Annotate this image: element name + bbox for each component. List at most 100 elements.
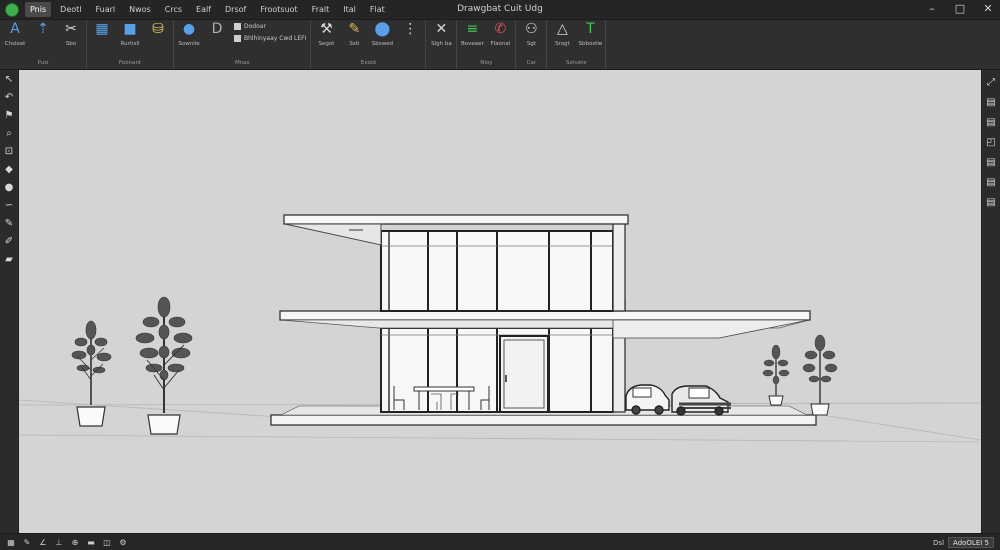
ribbon-group-tools: ✕ Slgh ba (430, 20, 452, 58)
grid-status-icon[interactable]: ▦ (6, 538, 16, 547)
scissors-button[interactable]: ✂ Sbo (60, 21, 82, 47)
undo-icon[interactable]: ↶ (3, 91, 16, 104)
tree-right-small (762, 344, 790, 406)
panel-icon-2[interactable]: ▤ (985, 156, 998, 169)
expand-icon[interactable]: ⤢ (985, 76, 998, 89)
drawing-viewport[interactable] (19, 70, 981, 533)
layer-status-icon[interactable]: ◫ (102, 538, 112, 547)
link-button[interactable]: ⚇ Sgt (520, 21, 542, 47)
status-value-field[interactable]: AdoOLEI 5 (948, 537, 994, 548)
pointer-a-icon: A (10, 21, 20, 37)
menu-item-4[interactable]: Crcs (160, 2, 187, 17)
tree-left-small (71, 320, 112, 427)
menu-item-7[interactable]: Frootsuot (255, 2, 302, 17)
close-x-button[interactable]: ✕ Slgh ba (430, 21, 452, 47)
green-t-button[interactable]: T Sbbostle (578, 21, 603, 47)
mini-tools-button[interactable]: ⋮ (399, 21, 421, 41)
angle-status-icon[interactable]: ∠ (38, 538, 48, 547)
ribbon-group-tools: A Chsleat ⇡ ✂ Sbo (4, 20, 82, 58)
sphere-icon[interactable]: ● (3, 181, 16, 194)
tree-left-large (135, 296, 193, 435)
settings-status-icon[interactable]: ⚙ (118, 538, 128, 547)
ribbon-group-tools: ⚇ Sgt (520, 20, 542, 58)
ribbon-tool-label: Sbbostle (578, 41, 603, 47)
ribbon-group-label: Car (526, 60, 537, 66)
dye-button[interactable]: D (206, 21, 228, 41)
grid-icon: ▦ (95, 21, 109, 37)
maximize-icon[interactable]: □ (954, 3, 966, 15)
snap-status-icon[interactable]: ⊕ (70, 538, 80, 547)
panel-icon[interactable]: ▤ (985, 96, 998, 109)
arrow-select-icon[interactable]: ↖ (3, 73, 16, 86)
ribbon-group-5: ≡ Boveaer ✆ Flaonal Nloy (457, 20, 517, 69)
sketch-icon[interactable]: ∽ (3, 199, 16, 212)
ribbon-group-tools: △ Srogt T Sbbostle (551, 20, 603, 58)
panel-icon-4[interactable]: ▤ (985, 196, 998, 209)
camera-icon[interactable]: ◰ (985, 136, 998, 149)
ribbon-tool-label: Sgt (526, 41, 536, 47)
crane-button[interactable]: ⚒ Segot (315, 21, 337, 47)
pen-icon[interactable]: ✎ (3, 217, 16, 230)
ribbon-stack-label: Bhlhinyaay Cwd LEFI (244, 35, 307, 42)
panel-icon-3[interactable]: ▤ (985, 176, 998, 189)
ribbon-stack-item[interactable]: Dodoar (234, 23, 306, 30)
draw-status-icon[interactable]: ✎ (22, 538, 32, 547)
menu-item-9[interactable]: Ital (338, 2, 361, 17)
magnify-icon[interactable]: ⌕ (3, 127, 16, 140)
blue-square-icon: ■ (123, 21, 137, 37)
ribbon-tool-label: Ssti (349, 41, 360, 47)
menu-item-6[interactable]: Drsof (220, 2, 251, 17)
ribbon-group-2: ● Sownile D Dodoar Bhlhinyaay Cwd LEFI Mnas (174, 20, 312, 69)
pin-tool-button[interactable]: ⇡ (32, 21, 54, 41)
ribbon-group-label: Foonant (118, 60, 142, 66)
ribbon-group-0: A Chsleat ⇡ ✂ Sbo Pusi (0, 20, 87, 69)
menu-item-0[interactable]: Pnis (25, 2, 52, 17)
ribbon-group-7: △ Srogt T Sbbostle Sstvete (547, 20, 607, 69)
eraser-icon[interactable]: ▰ (3, 253, 16, 266)
ribbon-toolbar: A Chsleat ⇡ ✂ Sbo Pusi ▦ ■ Rurtisll ⛁ Foonant ● Sown… (0, 20, 1000, 70)
shape-tool-icon[interactable]: ⊡ (3, 145, 16, 158)
minimize-icon[interactable]: – (926, 3, 938, 15)
bubbles-button[interactable]: ● Sownile (178, 21, 200, 47)
triangle-icon: △ (557, 21, 568, 37)
close-icon[interactable]: ✕ (982, 3, 994, 15)
ground-floor-glazing (380, 327, 614, 413)
ortho-status-icon[interactable]: ⊥ (54, 538, 64, 547)
ribbon-group-label: Sstvete (566, 60, 587, 66)
ribbon-group-tools: ● Sownile D Dodoar Bhlhinyaay Cwd LEFI (178, 20, 306, 58)
menu-item-5[interactable]: Ealf (191, 2, 216, 17)
brush-button[interactable]: ✎ Ssti (343, 21, 365, 47)
ribbon-tool-label: Sownile (178, 41, 200, 47)
status-left-text: Dsl (933, 538, 945, 547)
panel-alt-icon[interactable]: ▤ (985, 116, 998, 129)
menu-item-2[interactable]: Fuarl (91, 2, 121, 17)
app-logo-icon[interactable] (5, 2, 19, 17)
green-layers-button[interactable]: ≡ Boveaer (461, 21, 484, 47)
ribbon-group-label: Pusi (37, 60, 49, 66)
lineweight-status-icon[interactable]: ▬ (86, 538, 96, 547)
flag-icon[interactable]: ⚑ (3, 109, 16, 122)
blue-tag-button[interactable]: ⬤ Sbswed (371, 21, 393, 47)
brush-icon: ✎ (348, 21, 361, 37)
triangle-button[interactable]: △ Srogt (551, 21, 573, 47)
pointer-a-button[interactable]: A Chsleat (4, 21, 26, 47)
paint-bucket-icon: ⛁ (152, 21, 164, 37)
menu-item-10[interactable]: Flat (365, 2, 390, 17)
blue-square-button[interactable]: ■ Rurtisll (119, 21, 141, 47)
menu-item-8[interactable]: Fralt (307, 2, 335, 17)
menu-item-3[interactable]: Nwos (124, 2, 156, 17)
tag-icon[interactable]: ◆ (3, 163, 16, 176)
ribbon-tool-label: Srogt (555, 41, 570, 47)
link-icon: ⚇ (525, 21, 538, 37)
menu-item-1[interactable]: Deotl (55, 2, 86, 17)
red-chat-button[interactable]: ✆ Flaonal (489, 21, 511, 47)
ribbon-tool-label: Sbo (65, 41, 77, 47)
bubbles-icon: ● (182, 21, 196, 37)
upper-floor-glazing (380, 221, 626, 312)
ribbon-stack-item[interactable]: Bhlhinyaay Cwd LEFI (234, 35, 306, 42)
grid-button[interactable]: ▦ (91, 21, 113, 41)
ribbon-group-label (430, 58, 452, 68)
paint-bucket-button[interactable]: ⛁ (147, 21, 169, 41)
house-elevation-drawing (19, 214, 981, 443)
pencil-icon[interactable]: ✐ (3, 235, 16, 248)
